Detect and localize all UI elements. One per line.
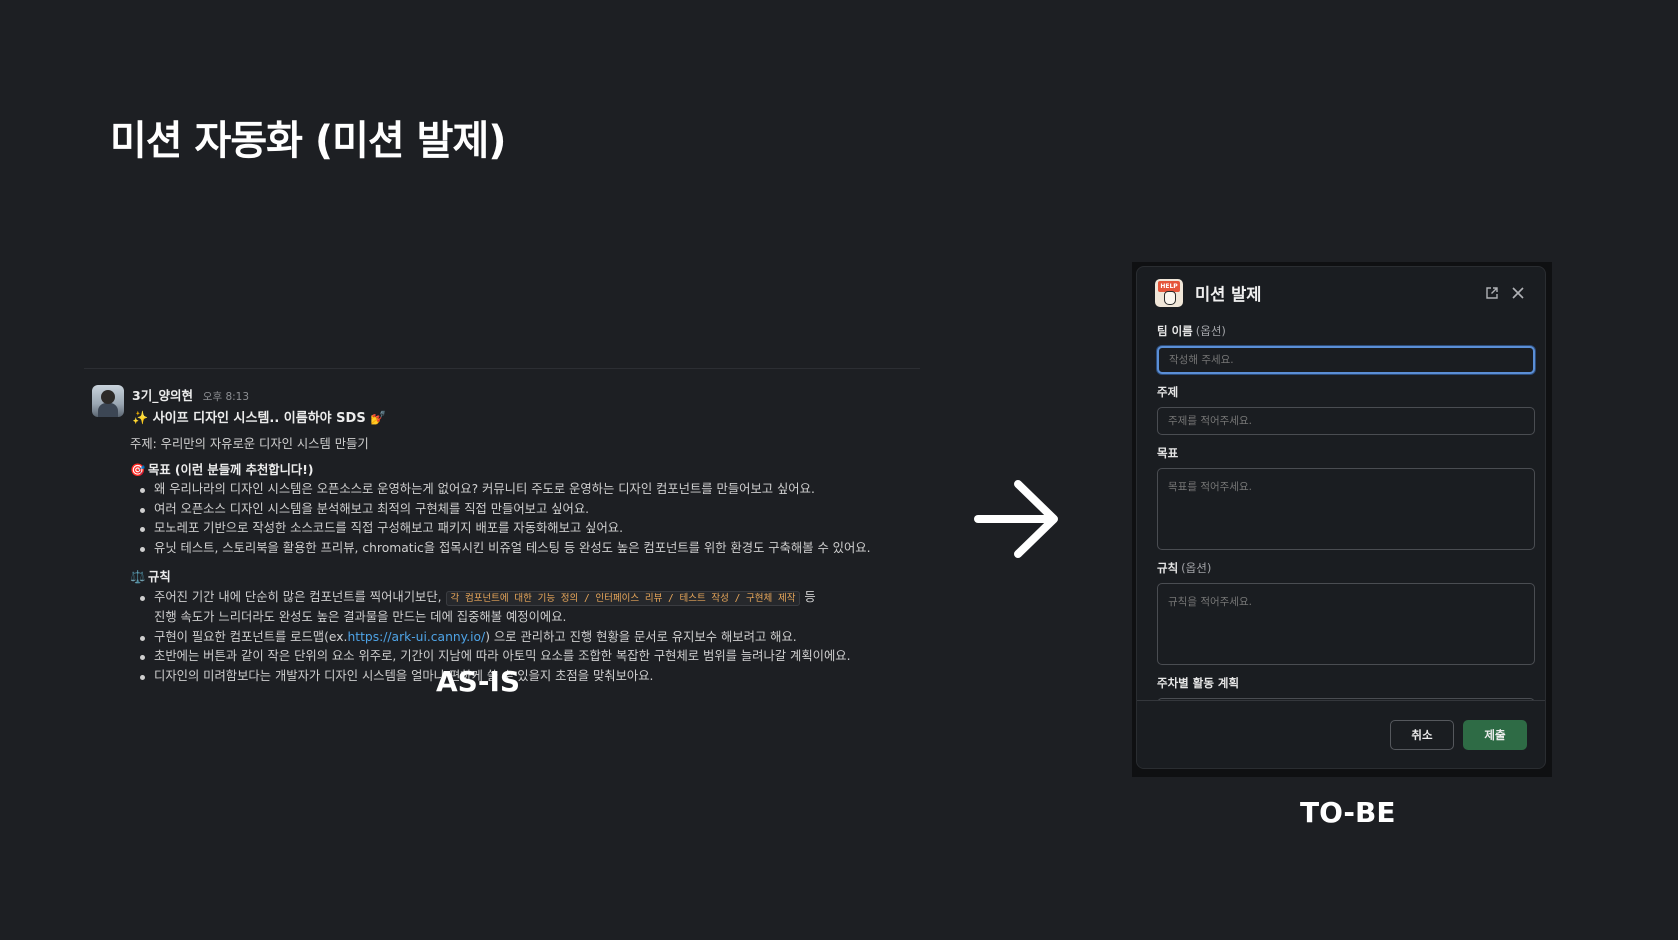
rules-label: 규칙 (옵션) — [1157, 561, 1212, 575]
list-item: 주어진 기간 내에 단순히 많은 컴포넌트를 찍어내기보단, 각 컴포넌트에 대… — [138, 588, 920, 628]
help-app-icon: HELP — [1155, 279, 1183, 307]
list-item: 모노레포 기반으로 작성한 소스코드를 직접 구성해보고 패키지 배포를 자동화… — [138, 519, 920, 539]
team-name-input[interactable] — [1157, 346, 1535, 374]
avatar[interactable] — [92, 385, 124, 417]
list-item: 초반에는 버튼과 같이 작은 단위의 요소 위주로, 기간이 지남에 따라 아토… — [138, 647, 920, 667]
inline-code: 각 컴포넌트에 대한 기능 정의 / 인터페이스 리뷰 / 테스트 작성 / 구… — [445, 590, 801, 606]
message-headline: ✨ 사이프 디자인 시스템.. 이름하야 SDS 💅 — [132, 411, 387, 426]
arrow-right-icon — [974, 480, 1058, 558]
close-icon[interactable] — [1509, 284, 1527, 302]
roadmap-link[interactable]: https://ark-ui.canny.io/ — [347, 630, 485, 644]
goal-list: 왜 우리나라의 디자인 시스템은 오픈소스로 운영하는게 없어요? 커뮤니티 주… — [130, 480, 920, 558]
rules-list: 주어진 기간 내에 단순히 많은 컴포넌트를 찍어내기보단, 각 컴포넌트에 대… — [130, 588, 920, 687]
scales-icon: ⚖️ — [130, 570, 146, 584]
rules-heading: ⚖️ 규칙 — [130, 568, 920, 588]
list-item: 구현이 필요한 컴포넌트를 로드맵(ex.https://ark-ui.cann… — [138, 628, 920, 648]
topic-label: 주제 — [1157, 385, 1179, 399]
weekly-plan-label: 주차별 활동 계획 — [1157, 676, 1240, 690]
list-item: 디자인의 미려함보다는 개발자가 디자인 시스템을 얼마나 편하게 쓸 수 있을… — [138, 667, 920, 687]
asis-label: AS-IS — [436, 665, 521, 698]
mission-modal: HELP 미션 발제 팀 이름(옵션) 주제 목표 규칙(옵션) 주차별 활동 … — [1136, 266, 1546, 769]
message-time[interactable]: 오후 8:13 — [203, 391, 249, 403]
tobe-label: TO-BE — [1300, 796, 1396, 829]
modal-title: 미션 발제 — [1195, 285, 1262, 304]
goal-label: 목표 — [1157, 446, 1179, 460]
team-name-label: 팀 이름 (옵션) — [1157, 324, 1226, 338]
target-icon: 🎯 — [130, 462, 146, 477]
message-topic: 주제: 우리만의 자유로운 디자인 시스템 만들기 — [130, 437, 369, 451]
slack-message: 3기_양의현 오후 8:13 ✨ 사이프 디자인 시스템.. 이름하야 SDS … — [84, 368, 920, 686]
message-author[interactable]: 3기_양의현 — [132, 388, 193, 403]
goal-textarea[interactable] — [1157, 468, 1535, 550]
submit-button[interactable]: 제출 — [1463, 719, 1527, 750]
slide-title: 미션 자동화 (미션 발제) — [110, 118, 507, 164]
list-item: 왜 우리나라의 디자인 시스템은 오픈소스로 운영하는게 없어요? 커뮤니티 주… — [138, 480, 920, 500]
modal-screenshot: HELP 미션 발제 팀 이름(옵션) 주제 목표 규칙(옵션) 주차별 활동 … — [1132, 262, 1552, 777]
list-item: 유닛 테스트, 스토리북을 활용한 프리뷰, chromatic을 접목시킨 비… — [138, 539, 920, 559]
list-item: 여러 오픈소스 디자인 시스템을 분석해보고 최적의 구현체를 직접 만들어보고… — [138, 500, 920, 520]
external-link-icon[interactable] — [1483, 284, 1501, 302]
goal-heading: 🎯 목표 (이런 분들께 추천합니다!) — [130, 461, 920, 481]
cancel-button[interactable]: 취소 — [1390, 719, 1454, 750]
rules-textarea[interactable] — [1157, 583, 1535, 665]
topic-input[interactable] — [1157, 407, 1535, 435]
